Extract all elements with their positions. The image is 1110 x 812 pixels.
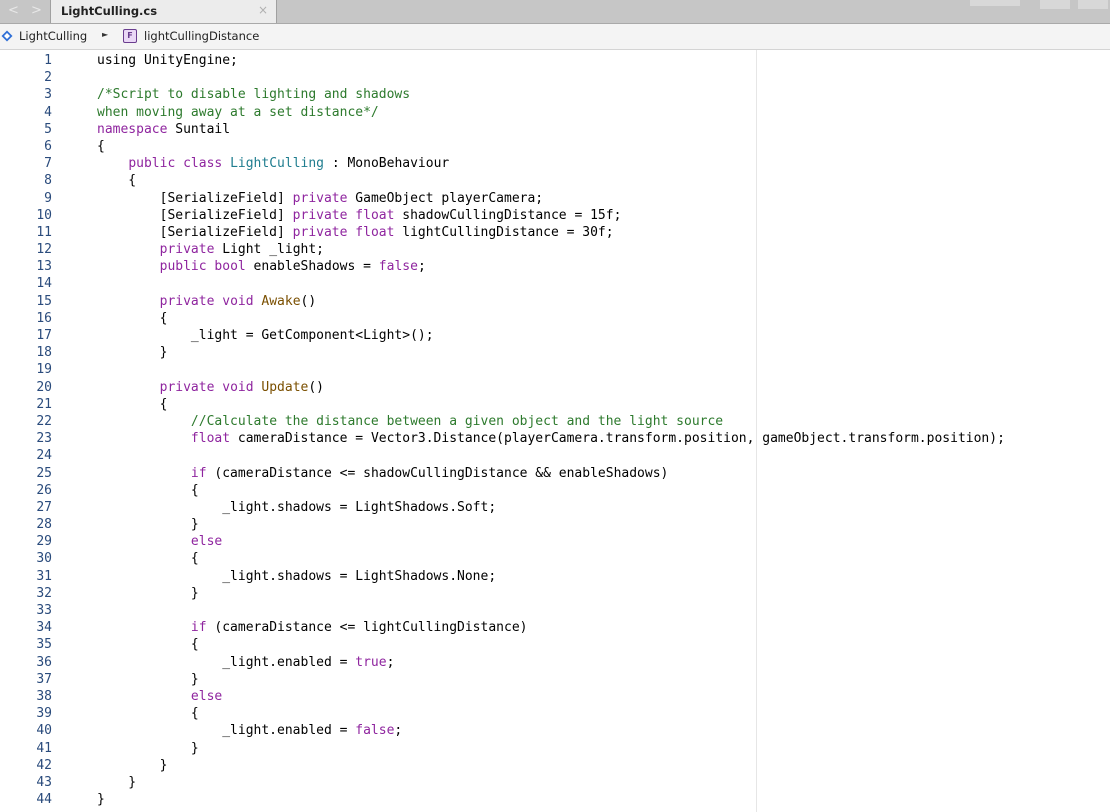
line-number: 2 xyxy=(44,70,52,86)
line-number: 19 xyxy=(36,362,52,378)
code-text: [SerializeField] private float shadowCul… xyxy=(97,207,622,223)
code-text: //Calculate the distance between a given… xyxy=(190,413,724,429)
code-text: public bool enableShadows = false; xyxy=(159,259,426,275)
code-text: { xyxy=(97,173,137,189)
code-text: { xyxy=(97,138,105,154)
line-number: 14 xyxy=(36,276,52,292)
code-text: } xyxy=(97,774,137,790)
line-number: 41 xyxy=(36,740,52,756)
code-text: _light.enabled = false; xyxy=(97,723,403,739)
code-text: } xyxy=(97,517,199,533)
line-number: 44 xyxy=(36,792,52,808)
line-number: 8 xyxy=(44,173,52,189)
code-text: /*Script to disable lighting and shadows xyxy=(97,87,411,103)
line-number: 36 xyxy=(36,654,52,670)
line-number: 17 xyxy=(36,328,52,343)
code-text: { xyxy=(97,637,199,653)
code-text: } xyxy=(97,345,168,361)
line-number: 37 xyxy=(36,671,52,687)
line-number: 13 xyxy=(36,259,52,275)
code-text: { xyxy=(97,706,199,722)
line-number: 5 xyxy=(44,121,52,137)
line-number: 25 xyxy=(36,465,52,481)
line-number: 32 xyxy=(36,585,52,601)
line-number: 26 xyxy=(36,482,52,498)
code-text: private void Awake() xyxy=(159,293,317,309)
line-number: 27 xyxy=(36,499,52,515)
code-text: [SerializeField] private GameObject play… xyxy=(97,190,544,206)
line-number: 39 xyxy=(36,706,52,722)
line-number: 3 xyxy=(44,87,52,103)
line-number: 29 xyxy=(36,534,52,550)
code-text: _light.shadows = LightShadows.Soft; xyxy=(97,499,497,515)
code-text: _light.enabled = true; xyxy=(97,654,395,670)
tab-lightculling[interactable]: LightCulling.cs × xyxy=(50,0,277,23)
code-text: } xyxy=(97,792,105,808)
forward-arrow-icon[interactable]: > xyxy=(31,3,42,18)
line-number: 12 xyxy=(36,242,52,258)
editor-tab-bar: < > LightCulling.cs × xyxy=(0,0,1110,24)
line-number: 16 xyxy=(36,310,52,326)
line-number: 30 xyxy=(36,551,52,567)
code-text: namespace Suntail xyxy=(97,121,231,137)
code-text: public class LightCulling : MonoBehaviou… xyxy=(128,156,450,172)
line-number: 24 xyxy=(36,448,52,464)
close-icon[interactable]: × xyxy=(258,3,268,17)
line-number: 10 xyxy=(36,207,52,223)
code-text: } xyxy=(97,740,199,756)
line-number: 43 xyxy=(36,774,52,790)
line-number: 31 xyxy=(36,568,52,584)
code-text: [SerializeField] private float lightCull… xyxy=(97,224,614,240)
code-text: when moving away at a set distance*/ xyxy=(97,104,379,120)
line-number: 6 xyxy=(44,138,52,154)
code-text: } xyxy=(97,671,199,687)
code-text: private Light _light; xyxy=(159,242,324,258)
code-text: else xyxy=(190,688,223,704)
breadcrumb-field[interactable]: lightCullingDistance xyxy=(144,29,259,43)
code-text: { xyxy=(97,396,168,412)
code-text: { xyxy=(97,310,168,326)
line-number: 35 xyxy=(36,637,52,653)
field-icon: F xyxy=(123,29,137,43)
watermark-logo xyxy=(970,0,1108,9)
class-icon xyxy=(1,30,13,42)
line-number: 22 xyxy=(36,413,52,429)
code-text: _light = GetComponent<Light>(); xyxy=(97,328,434,343)
code-text: _light.shadows = LightShadows.None; xyxy=(97,568,497,584)
tab-label: LightCulling.cs xyxy=(61,4,158,18)
code-text: } xyxy=(97,757,168,773)
line-number: 40 xyxy=(36,723,52,739)
code-editor[interactable]: 1 using UnityEngine; 2 3 /*Script to disable… xyxy=(0,50,1110,812)
line-number: 15 xyxy=(36,293,52,309)
line-number: 33 xyxy=(36,603,52,618)
breadcrumb-separator-icon: ► xyxy=(102,30,109,39)
back-arrow-icon[interactable]: < xyxy=(8,3,19,18)
breadcrumb-class[interactable]: LightCulling xyxy=(19,29,87,43)
code-text: if (cameraDistance <= lightCullingDistan… xyxy=(190,620,528,636)
line-number: 38 xyxy=(36,688,52,704)
code-text: if (cameraDistance <= shadowCullingDista… xyxy=(190,465,669,481)
line-number: 18 xyxy=(36,345,52,361)
line-number: 21 xyxy=(36,396,52,412)
line-number: 9 xyxy=(44,190,52,206)
breadcrumb: LightCulling ► F lightCullingDistance xyxy=(0,24,1110,50)
line-number: 34 xyxy=(36,620,52,636)
code-text: } xyxy=(97,585,199,601)
line-number: 20 xyxy=(36,379,52,395)
line-number: 4 xyxy=(44,104,52,120)
line-number: 7 xyxy=(44,156,52,172)
line-number: 1 xyxy=(44,53,52,68)
code-text: else xyxy=(190,534,223,550)
line-number: 11 xyxy=(36,224,52,240)
code-text: float cameraDistance = Vector3.Distance(… xyxy=(190,431,1005,447)
code-text: { xyxy=(97,551,199,567)
line-number: 28 xyxy=(36,517,52,533)
code-text: private void Update() xyxy=(159,379,325,395)
code-text: using UnityEngine; xyxy=(97,53,238,68)
line-number: 42 xyxy=(36,757,52,773)
code-text: { xyxy=(97,482,199,498)
line-number: 23 xyxy=(36,431,52,447)
